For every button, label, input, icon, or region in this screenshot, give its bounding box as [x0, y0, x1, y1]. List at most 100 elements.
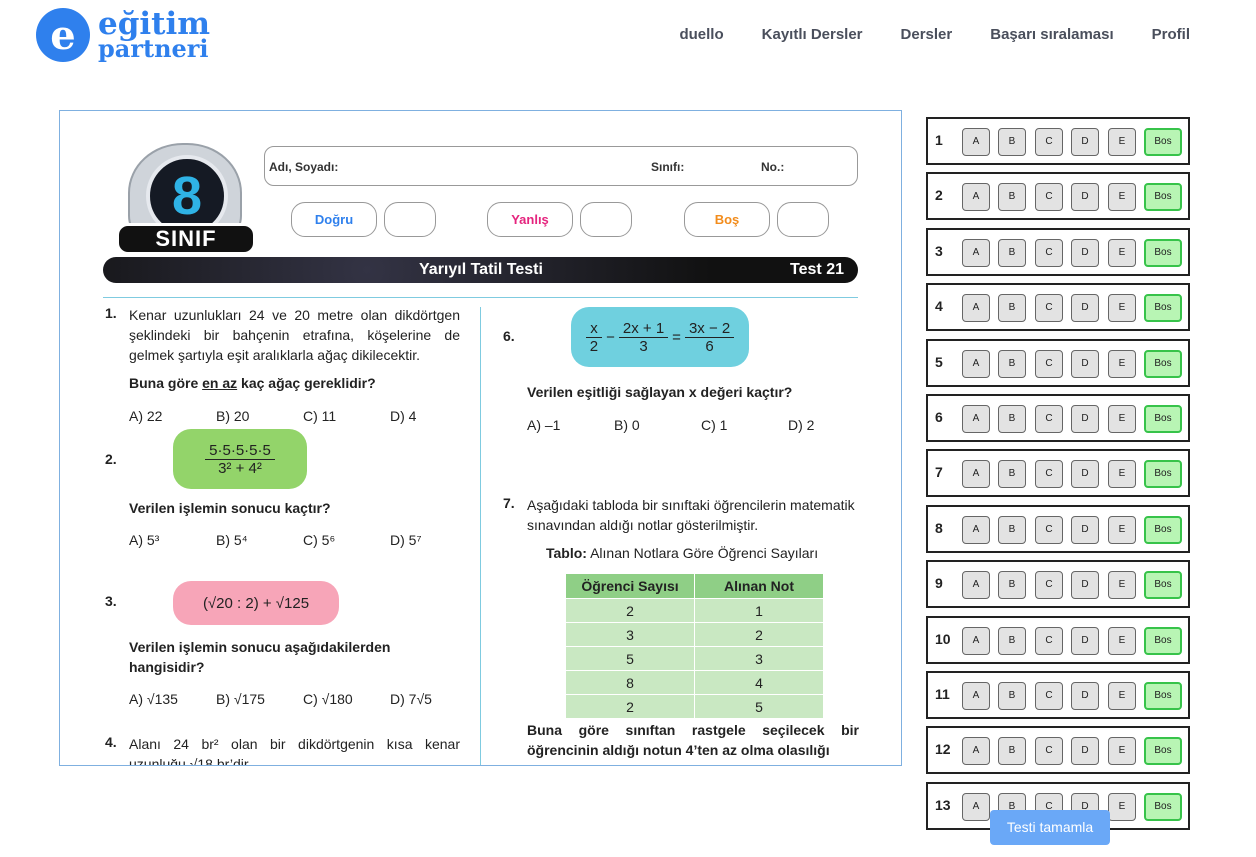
answer-option-bos-button[interactable]: Bos [1144, 737, 1182, 766]
answer-option-c-button[interactable]: C [1035, 737, 1063, 766]
answer-option-c-button[interactable]: C [1035, 294, 1063, 323]
answer-option-bos-button[interactable]: Bos [1144, 183, 1182, 212]
answer-option-c-button[interactable]: C [1035, 404, 1063, 433]
finish-test-button[interactable]: Testi tamamla [990, 810, 1110, 845]
answer-row: 1 A B C D E Bos [926, 117, 1190, 165]
answer-option-a-button[interactable]: A [962, 792, 990, 821]
answer-option-c-button[interactable]: C [1035, 238, 1063, 267]
answer-option-bos-button[interactable]: Bos [1144, 571, 1182, 600]
answer-option-b-button[interactable]: B [998, 737, 1026, 766]
answer-option-d-button[interactable]: D [1071, 626, 1099, 655]
answer-option-a-button[interactable]: A [962, 571, 990, 600]
answer-option-e-button[interactable]: E [1108, 460, 1136, 489]
class-field-label: Sınıfı: [651, 160, 685, 174]
answer-option-bos-button[interactable]: Bos [1144, 792, 1182, 821]
q6-f1-num: x [586, 320, 602, 338]
answer-option-e-button[interactable]: E [1108, 792, 1136, 821]
banner-test-number: Test 21 [790, 261, 844, 278]
answer-option-d-button[interactable]: D [1071, 404, 1099, 433]
q6-f2-den: 3 [639, 337, 648, 355]
answer-option-c-button[interactable]: C [1035, 460, 1063, 489]
answer-option-e-button[interactable]: E [1108, 183, 1136, 212]
answer-option-b-button[interactable]: B [998, 238, 1026, 267]
answer-option-d-button[interactable]: D [1071, 349, 1099, 378]
q1-text: Kenar uzunlukları 24 ve 20 metre olan di… [129, 307, 460, 363]
answer-option-e-button[interactable]: E [1108, 626, 1136, 655]
answer-row: 10 A B C D E Bos [926, 615, 1190, 664]
answer-option-c-button[interactable]: C [1035, 183, 1063, 212]
answer-option-bos-button[interactable]: Bos [1144, 349, 1182, 378]
answer-option-b-button[interactable]: B [998, 460, 1026, 489]
answer-option-d-button[interactable]: D [1071, 515, 1099, 544]
answer-option-bos-button[interactable]: Bos [1144, 460, 1182, 489]
nav-courses[interactable]: Dersler [901, 26, 953, 43]
answer-option-bos-button[interactable]: Bos [1144, 681, 1182, 710]
answer-option-c-button[interactable]: C [1035, 626, 1063, 655]
q6-fraction-2: 2x + 1 3 [618, 320, 669, 355]
answer-option-d-button[interactable]: D [1071, 238, 1099, 267]
answer-option-d-button[interactable]: D [1071, 128, 1099, 156]
answer-option-d-button[interactable]: D [1071, 571, 1099, 600]
answer-option-d-button[interactable]: D [1071, 681, 1099, 710]
nav-leaderboard[interactable]: Başarı sıralaması [990, 26, 1113, 43]
answer-option-bos-button[interactable]: Bos [1144, 128, 1182, 156]
wrong-count-box [580, 202, 632, 237]
nav-duello[interactable]: duello [679, 26, 723, 43]
answer-option-b-button[interactable]: B [998, 571, 1026, 600]
answer-option-b-button[interactable]: B [998, 294, 1026, 323]
answer-option-a-button[interactable]: A [962, 128, 990, 156]
answer-option-a-button[interactable]: A [962, 294, 990, 323]
answer-option-d-button[interactable]: D [1071, 183, 1099, 212]
answer-option-e-button[interactable]: E [1108, 294, 1136, 323]
answer-option-d-button[interactable]: D [1071, 460, 1099, 489]
answer-option-a-button[interactable]: A [962, 515, 990, 544]
answer-option-d-button[interactable]: D [1071, 294, 1099, 323]
answer-option-a-button[interactable]: A [962, 626, 990, 655]
answer-option-a-button[interactable]: A [962, 183, 990, 212]
answer-option-b-button[interactable]: B [998, 515, 1026, 544]
answer-option-c-button[interactable]: C [1035, 515, 1063, 544]
answer-option-bos-button[interactable]: Bos [1144, 238, 1182, 267]
answer-option-b-button[interactable]: B [998, 183, 1026, 212]
q6-equals: = [672, 328, 681, 346]
answer-option-e-button[interactable]: E [1108, 404, 1136, 433]
nav-registered-courses[interactable]: Kayıtlı Dersler [762, 26, 863, 43]
answer-row: 3 A B C D E Bos [926, 227, 1190, 276]
answer-option-c-button[interactable]: C [1035, 681, 1063, 710]
q1-option-a: A) 22 [129, 408, 163, 424]
answer-option-e-button[interactable]: E [1108, 238, 1136, 267]
logo-line-2: partneri [98, 34, 209, 64]
answer-option-bos-button[interactable]: Bos [1144, 404, 1182, 433]
q7-text: Aşağıdaki tabloda bir sınıftaki öğrencil… [527, 497, 855, 533]
answer-option-bos-button[interactable]: Bos [1144, 515, 1182, 544]
answer-option-e-button[interactable]: E [1108, 681, 1136, 710]
answer-option-bos-button[interactable]: Bos [1144, 294, 1182, 323]
answer-option-a-button[interactable]: A [962, 681, 990, 710]
answer-option-b-button[interactable]: B [998, 404, 1026, 433]
answer-option-e-button[interactable]: E [1108, 515, 1136, 544]
answer-option-c-button[interactable]: C [1035, 571, 1063, 600]
answer-option-e-button[interactable]: E [1108, 128, 1136, 156]
answer-option-e-button[interactable]: E [1108, 571, 1136, 600]
nav-profile[interactable]: Profil [1152, 26, 1190, 43]
answer-option-e-button[interactable]: E [1108, 349, 1136, 378]
answer-option-b-button[interactable]: B [998, 128, 1026, 156]
answer-option-b-button[interactable]: B [998, 626, 1026, 655]
answer-row: 2 A B C D E Bos [926, 172, 1190, 221]
answer-option-d-button[interactable]: D [1071, 737, 1099, 766]
answer-option-b-button[interactable]: B [998, 349, 1026, 378]
answer-option-a-button[interactable]: A [962, 404, 990, 433]
answer-option-c-button[interactable]: C [1035, 349, 1063, 378]
answer-option-a-button[interactable]: A [962, 238, 990, 267]
answer-option-b-button[interactable]: B [998, 681, 1026, 710]
q6-number: 6. [503, 328, 515, 344]
answer-option-bos-button[interactable]: Bos [1144, 626, 1182, 655]
q6-option-b: B) 0 [614, 417, 640, 433]
brand-logo[interactable]: e eğitim partneri [36, 8, 210, 62]
answer-option-a-button[interactable]: A [962, 737, 990, 766]
answer-option-a-button[interactable]: A [962, 349, 990, 378]
answer-option-e-button[interactable]: E [1108, 737, 1136, 766]
answer-option-c-button[interactable]: C [1035, 128, 1063, 156]
answer-option-a-button[interactable]: A [962, 460, 990, 489]
table-row: 53 [565, 646, 824, 671]
